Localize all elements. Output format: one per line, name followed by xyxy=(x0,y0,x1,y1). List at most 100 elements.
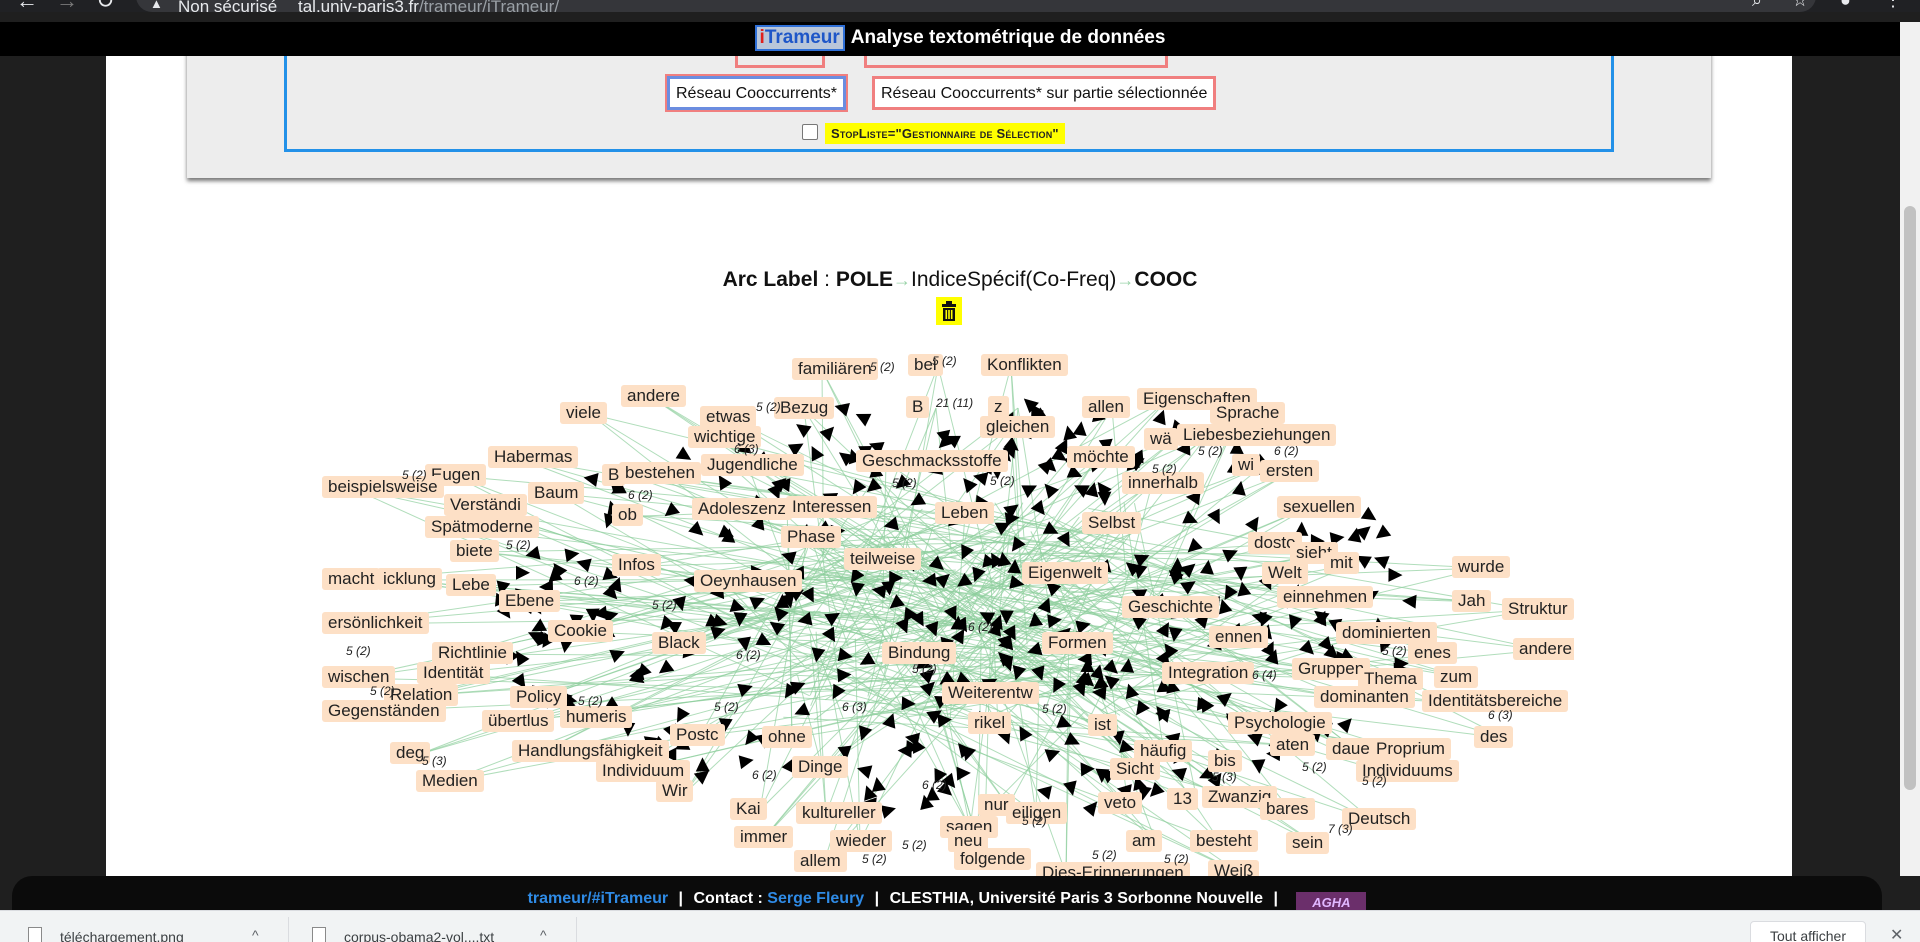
graph-node[interactable]: Dinge xyxy=(792,756,849,778)
chevron-up-icon[interactable]: ^ xyxy=(252,927,259,942)
graph-node[interactable]: icklung xyxy=(377,568,442,590)
download-item-2[interactable]: corpus-obama2-vol....txt xyxy=(344,929,494,942)
graph-node[interactable]: ist xyxy=(1088,714,1117,736)
graph-node[interactable]: Struktur xyxy=(1502,598,1574,620)
graph-node[interactable]: teilweise xyxy=(844,548,922,570)
graph-node[interactable]: Ebene xyxy=(499,590,561,612)
graph-node[interactable]: Bezug xyxy=(774,397,835,419)
graph-node[interactable]: Selbst xyxy=(1082,512,1142,534)
graph-node[interactable]: ersten xyxy=(1260,460,1320,482)
graph-node[interactable]: gleichen xyxy=(980,416,1056,438)
graph-node[interactable]: Black xyxy=(652,632,706,654)
cooccurrence-network-graph[interactable]: familiären bei Konflikten andere viele etwas B… xyxy=(322,352,1574,880)
graph-node[interactable]: Individuum xyxy=(596,760,691,782)
graph-node[interactable]: Postc xyxy=(670,724,725,746)
trameur-link[interactable]: trameur/#iTrameur xyxy=(528,890,669,907)
graph-node[interactable]: Baum xyxy=(528,482,585,504)
star-icon[interactable]: ☆ xyxy=(1792,0,1808,11)
graph-node[interactable]: wieder xyxy=(830,830,893,852)
graph-node[interactable]: Infos xyxy=(612,554,661,576)
graph-node[interactable]: folgende xyxy=(954,848,1032,870)
download-item-1[interactable]: téléchargement.png xyxy=(60,929,184,942)
stoplist-checkbox[interactable] xyxy=(802,124,818,140)
graph-node[interactable]: Deutsch xyxy=(1342,808,1417,830)
graph-node[interactable]: dominanten xyxy=(1314,686,1415,708)
back-arrow-icon[interactable]: ← xyxy=(16,0,38,12)
graph-node[interactable]: Gegenständen xyxy=(322,700,446,722)
graph-node[interactable]: kultureller xyxy=(796,802,882,824)
graph-node[interactable]: biete xyxy=(450,540,499,562)
graph-node[interactable]: Identität xyxy=(417,662,490,684)
contact-link[interactable]: Serge Fleury xyxy=(767,890,864,907)
show-all-downloads-button[interactable]: Tout afficher xyxy=(1750,921,1866,942)
graph-node[interactable]: allem xyxy=(794,850,847,872)
graph-node[interactable]: immer xyxy=(734,826,794,848)
graph-node[interactable]: Oeynhausen xyxy=(694,570,803,592)
graph-node[interactable]: mit xyxy=(1324,552,1359,574)
graph-node[interactable]: Leben xyxy=(935,502,995,524)
url-text[interactable]: tal.univ-paris3.fr/trameur/iTrameur/ xyxy=(298,0,559,12)
graph-node[interactable]: Weiterentw xyxy=(942,682,1039,704)
graph-node[interactable]: viele xyxy=(560,402,607,424)
graph-node[interactable]: aten xyxy=(1270,734,1316,756)
graph-node[interactable]: bestehen xyxy=(619,462,701,484)
graph-node[interactable]: Cookie xyxy=(548,620,613,642)
graph-node[interactable]: Lebe xyxy=(446,574,496,596)
graph-node[interactable]: Handlungsfähigkeit xyxy=(512,740,669,762)
account-icon[interactable]: ● xyxy=(1840,0,1851,11)
graph-node[interactable]: dominierten xyxy=(1336,622,1437,644)
trash-button[interactable] xyxy=(936,297,962,325)
graph-node[interactable]: macht xyxy=(322,568,381,590)
graph-node[interactable]: Richtlinie xyxy=(432,642,513,664)
menu-dots-icon[interactable]: ⋮ xyxy=(1884,0,1902,11)
graph-node[interactable]: Interessen xyxy=(786,496,878,518)
graph-node[interactable]: besteht xyxy=(1190,830,1258,852)
graph-node[interactable]: Eigenwelt xyxy=(1022,562,1108,584)
graph-node[interactable]: möchte xyxy=(1067,446,1135,468)
graph-node[interactable]: allen xyxy=(1082,396,1130,418)
graph-node[interactable]: humeris xyxy=(560,706,633,728)
forward-arrow-icon[interactable]: → xyxy=(56,0,78,12)
graph-node[interactable]: B xyxy=(602,464,626,486)
graph-node[interactable]: übertlus xyxy=(482,710,555,732)
graph-node[interactable]: ennen xyxy=(1209,626,1269,648)
graph-node[interactable]: Liebesbeziehungen xyxy=(1177,424,1337,446)
chevron-up-icon[interactable]: ^ xyxy=(540,927,547,942)
graph-node[interactable]: veto xyxy=(1098,792,1143,814)
graph-node[interactable]: Sprache xyxy=(1210,402,1286,424)
search-icon[interactable]: ⌕ xyxy=(1752,0,1762,11)
graph-node[interactable]: Wir xyxy=(656,780,694,802)
graph-node[interactable]: Habermas xyxy=(488,446,579,468)
graph-node[interactable]: Geschmacksstoffe xyxy=(856,450,1008,472)
graph-node[interactable]: Geschichte xyxy=(1122,596,1220,618)
graph-node[interactable]: andere xyxy=(621,385,686,407)
close-icon[interactable]: ✕ xyxy=(1890,925,1903,942)
graph-node[interactable]: familiären xyxy=(792,358,878,380)
graph-node[interactable]: Jugendliche xyxy=(701,454,804,476)
graph-node[interactable]: B xyxy=(906,396,930,418)
graph-node[interactable]: ob xyxy=(612,504,643,526)
address-bar[interactable]: ▲ Non sécurisé tal.univ-paris3.fr/trameu… xyxy=(136,0,1816,12)
graph-node[interactable]: Welt xyxy=(1262,562,1308,584)
graph-node[interactable]: sein xyxy=(1286,832,1330,854)
reseau-cooccurrents-button[interactable]: Réseau Cooccurrents* xyxy=(665,74,848,112)
graph-node[interactable]: Bindung xyxy=(882,642,957,664)
graph-node[interactable]: rikel xyxy=(968,712,1012,734)
graph-node[interactable]: des xyxy=(1474,726,1514,748)
graph-node[interactable]: andere xyxy=(1513,638,1574,660)
graph-node[interactable]: Proprium xyxy=(1370,738,1451,760)
graph-node[interactable]: am xyxy=(1126,830,1162,852)
graph-node[interactable]: Policy xyxy=(510,686,568,708)
graph-node[interactable]: Jah xyxy=(1452,590,1492,612)
graph-node[interactable]: Medien xyxy=(416,770,484,792)
graph-node[interactable]: Integration xyxy=(1162,662,1255,684)
scrollbar-thumb[interactable] xyxy=(1904,206,1916,790)
graph-node[interactable]: Psychologie xyxy=(1228,712,1332,734)
graph-node[interactable]: Sicht xyxy=(1110,758,1160,780)
page-scrollbar[interactable] xyxy=(1900,22,1920,876)
reload-icon[interactable]: ↻ xyxy=(96,0,114,12)
graph-node[interactable]: Formen xyxy=(1042,632,1113,654)
graph-node[interactable]: einnehmen xyxy=(1277,586,1374,608)
graph-node[interactable]: bares xyxy=(1260,798,1315,820)
graph-node[interactable]: wi xyxy=(1232,454,1261,476)
